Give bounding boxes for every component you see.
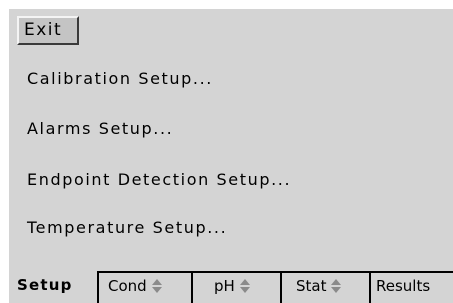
tab-ph-label: pH [214,277,235,295]
setup-screen: Exit Calibration Setup... Alarms Setup..… [0,0,453,303]
menu-item-alarms-setup[interactable]: Alarms Setup... [27,119,173,138]
tab-stat-label: Stat [296,277,327,295]
tab-bar: Setup Cond pH Stat Results [9,267,453,303]
tab-results[interactable]: Results [369,271,453,303]
menu-item-endpoint-detection-setup[interactable]: Endpoint Detection Setup... [27,170,291,189]
tab-results-label: Results [376,277,431,295]
up-down-arrows-icon [331,279,342,293]
menu-item-calibration-setup[interactable]: Calibration Setup... [27,69,213,88]
tab-cond-label: Cond [108,277,147,295]
exit-button[interactable]: Exit [17,16,79,45]
tab-ph[interactable]: pH [191,271,280,303]
tab-setup-label: Setup [17,276,73,294]
setup-menu-panel: Exit Calibration Setup... Alarms Setup..… [9,9,453,267]
tab-setup[interactable]: Setup [9,267,97,303]
menu-item-temperature-setup[interactable]: Temperature Setup... [27,218,227,237]
tab-cond[interactable]: Cond [97,271,191,303]
up-down-arrows-icon [151,279,162,293]
tab-stat[interactable]: Stat [280,271,369,303]
up-down-arrows-icon [239,279,250,293]
